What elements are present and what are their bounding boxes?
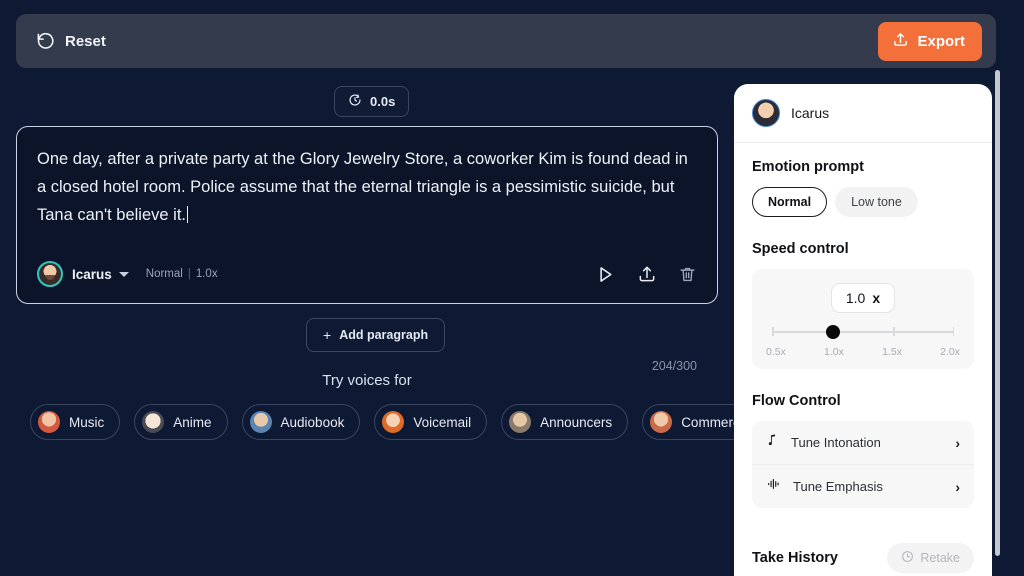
chevron-down-icon[interactable] [118,271,129,277]
emotion-prompt-title: Emotion prompt [752,159,864,175]
slider-tick [772,327,774,336]
duration-chip: 0.0s [334,86,410,117]
upload-icon[interactable] [637,264,657,284]
settings-panel: Icarus Emotion prompt Normal Low tone Sp… [734,84,992,576]
paragraph-speed: 1.0x [195,268,218,280]
flow-control-list: Tune Intonation › Tune Emphasis › [752,421,974,508]
voice-avatar [382,411,405,433]
emotion-prompt-options: Normal Low tone [752,187,974,217]
rotate-ccw-icon [36,32,55,51]
avatar [37,261,63,287]
slider-tick-label: 0.5x [766,346,786,358]
voice-chip-audiobook[interactable]: Audiobook [241,404,361,440]
slider-tick-label: 2.0x [940,346,960,358]
speed-control-title: Speed control [752,241,849,257]
avatar [752,99,780,127]
panel-speaker-name: Icarus [791,105,830,121]
music-note-icon [766,433,780,452]
speed-value: 1.0 [845,290,866,306]
voice-chip-label: Announcers [540,414,613,430]
duration-value: 0.0s [370,94,396,109]
paragraph-emotion: Normal [145,268,183,280]
panel-header: Icarus [734,84,992,143]
chevron-right-icon: › [955,434,960,451]
reset-label: Reset [65,32,106,50]
speed-unit: x [872,290,881,306]
paragraph-meta: Normal | 1.0x [146,268,218,280]
emotion-option-normal[interactable]: Normal [752,187,828,217]
retake-button[interactable]: Retake [887,543,974,573]
upload-icon [892,31,909,52]
plus-icon: + [323,327,332,343]
slider-tick-labels: 0.5x 1.0x 1.5x 2.0x [766,346,960,358]
reset-button[interactable]: Reset [36,32,106,51]
play-icon[interactable] [595,264,616,285]
waveform-icon [766,477,782,496]
flow-row-label: Tune Intonation [791,435,881,450]
top-toolbar: Reset Export [16,14,996,68]
add-paragraph-label: Add paragraph [339,328,429,342]
paragraph-footer: Icarus Normal | 1.0x [37,261,697,287]
try-voices-title: Try voices for [322,372,412,389]
speaker-selector[interactable]: Icarus Normal | 1.0x [37,261,218,287]
app-root: Reset Export 0.0s One day, after a priva… [0,0,1024,576]
voice-avatar [509,411,532,433]
slider-tick [952,327,954,336]
voice-chip-label: Anime [173,414,212,430]
take-history-row: Take History Retake [752,543,974,573]
voice-chip-label: Audiobook [280,414,345,430]
character-counter: 204/300 [651,359,697,373]
speed-value-field[interactable]: 1.0 x [831,283,895,313]
paragraph-text: One day, after a private party at the Gl… [37,150,693,224]
chevron-right-icon: › [955,478,960,495]
voice-chip-music[interactable]: Music [30,404,121,440]
try-voices-list: Music Anime Audiobook Voicemail Announce… [30,404,770,440]
voice-chip-label: Voicemail [413,414,472,430]
export-label: Export [917,32,965,50]
refresh-icon [901,550,914,566]
text-caret [187,206,188,223]
paragraph-text-area[interactable]: One day, after a private party at the Gl… [37,145,697,229]
slider-tick-label: 1.5x [882,346,902,358]
voice-chip-anime[interactable]: Anime [134,404,228,440]
voice-avatar [142,411,165,433]
meta-separator: | [187,268,191,280]
voice-chip-voicemail[interactable]: Voicemail [374,404,488,440]
retake-label: Retake [920,551,960,565]
voice-chip-label: Music [69,414,105,430]
vertical-scrollbar[interactable] [995,70,1000,556]
speed-slider[interactable] [772,325,954,339]
voice-avatar [650,411,673,433]
flow-row-tune-intonation[interactable]: Tune Intonation › [752,421,974,464]
timer-icon [348,93,362,110]
flow-row-label: Tune Emphasis [793,479,883,494]
speaker-name: Icarus [72,266,112,282]
take-history-title: Take History [752,550,838,566]
voice-chip-announcers[interactable]: Announcers [501,404,629,440]
slider-thumb[interactable] [825,325,840,339]
slider-track [772,331,954,333]
emotion-option-low-tone[interactable]: Low tone [835,187,918,217]
voice-avatar [249,411,272,433]
voice-avatar [38,411,60,433]
slider-tick [893,327,895,336]
slider-tick-label: 1.0x [824,346,844,358]
speed-control-box: 1.0 x 0.5x 1.0x 1.5x 2.0x [752,269,974,369]
add-paragraph-button[interactable]: + Add paragraph [306,318,446,352]
flow-row-tune-emphasis[interactable]: Tune Emphasis › [752,464,974,508]
paragraph-card[interactable]: One day, after a private party at the Gl… [16,126,718,373]
trash-icon[interactable] [678,265,697,284]
panel-body: Emotion prompt Normal Low tone Speed con… [734,143,992,573]
flow-control-title: Flow Control [752,393,841,409]
paragraph-actions [595,264,697,285]
export-button[interactable]: Export [878,21,982,61]
